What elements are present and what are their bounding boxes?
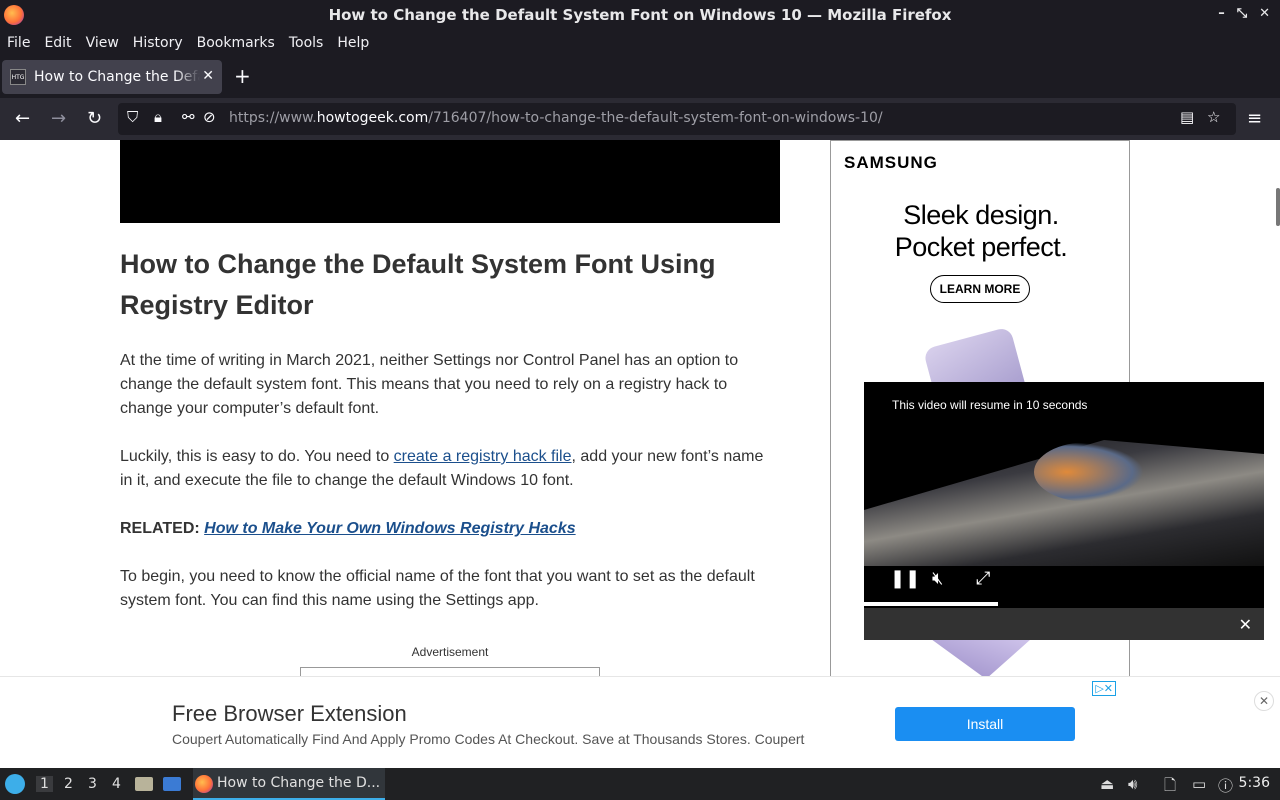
article-heading: How to Change the Default System Font Us… (120, 249, 716, 320)
url-bar[interactable]: ⛉ 🔒︎ ⚯ ⊘ https://www.howtogeek.com/71640… (118, 103, 1236, 135)
taskbar-firefox-icon (195, 775, 213, 793)
bottom-ad-banner: ▷✕ Free Browser Extension Coupert Automa… (0, 676, 1280, 768)
workspace-1[interactable]: 1 (36, 776, 53, 792)
workspace-3[interactable]: 3 (88, 776, 97, 792)
page-scrollbar-thumb[interactable] (1276, 188, 1280, 226)
related-line: RELATED: How to Make Your Own Windows Re… (120, 517, 780, 541)
howtogeek-favicon-icon: HTG (10, 69, 26, 85)
video-close-icon[interactable]: ✕ (1239, 615, 1252, 634)
install-button[interactable]: Install (895, 707, 1075, 741)
adchoices-icon[interactable]: ▷✕ (1092, 681, 1116, 696)
tab-active[interactable]: HTG How to Change the Default System Fon… (2, 60, 222, 94)
window-title: How to Change the Default System Font on… (328, 6, 952, 24)
phone-image-bottom (931, 639, 1031, 679)
url-path: /716407/how-to-change-the-default-system… (428, 110, 883, 126)
new-tab-plus-icon[interactable]: + (234, 64, 251, 88)
tracking-blocked-icon[interactable]: ⊘ (203, 108, 216, 126)
page-content: How to Change the Default System Font Us… (0, 140, 1280, 768)
maximize-button[interactable]: ⤡ (1237, 6, 1247, 21)
related-label: RELATED: (120, 520, 205, 537)
lock-icon[interactable]: 🔒︎ (154, 108, 162, 126)
menu-view[interactable]: View (86, 35, 119, 51)
menu-help[interactable]: Help (337, 35, 369, 51)
pause-icon[interactable]: ❚❚ (890, 568, 920, 589)
ad-headline-line-2: Pocket perfect. (894, 232, 1068, 262)
bookmark-star-icon[interactable]: ☆ (1207, 108, 1220, 126)
back-arrow-icon[interactable]: ← (15, 108, 30, 129)
ad-headline: Sleek design. Pocket perfect. (831, 199, 1131, 263)
tab-strip: HTG How to Change the Default System Fon… (0, 56, 1280, 98)
registry-hack-file-link[interactable]: create a registry hack file (394, 448, 572, 465)
bottom-ad-content[interactable]: ▷✕ Free Browser Extension Coupert Automa… (156, 677, 1124, 768)
video-resume-message: This video will resume in 10 seconds (892, 398, 1088, 412)
hamburger-menu-icon[interactable]: ≡ (1247, 108, 1262, 129)
mute-icon[interactable]: 🔇︎ (932, 568, 943, 589)
menu-history[interactable]: History (133, 35, 183, 51)
shield-icon[interactable]: ⛉ (127, 108, 138, 126)
window-titlebar: How to Change the Default System Font on… (0, 0, 1280, 30)
url-domain: howtogeek.com (316, 110, 429, 126)
menu-bookmarks[interactable]: Bookmarks (197, 35, 275, 51)
bottom-ad-title: Free Browser Extension (172, 701, 407, 726)
taskbar-task-title: How to Change the D... (217, 775, 381, 791)
menu-bar: File Edit View History Bookmarks Tools H… (0, 30, 1280, 56)
url-prefix: https://www. (229, 110, 317, 126)
close-window-button[interactable]: ✕ (1259, 6, 1270, 21)
fullscreen-icon[interactable]: ⤢ (976, 568, 990, 589)
learn-more-button[interactable]: LEARN MORE (930, 275, 1030, 303)
permissions-icon[interactable]: ⚯ (182, 108, 195, 126)
firefox-logo-icon (4, 5, 24, 25)
desktop-icon[interactable] (163, 777, 181, 791)
article-paragraph-2: Luckily, this is easy to do. You need to… (120, 445, 780, 493)
start-menu-icon[interactable] (5, 774, 25, 794)
samsung-logo: SAMSUNG (844, 153, 938, 172)
article-paragraph-1: At the time of writing in March 2021, ne… (120, 352, 739, 417)
window-controls: – ⤡ ✕ (1218, 6, 1270, 21)
navigation-toolbar: ← → ↻ ⛉ 🔒︎ ⚯ ⊘ https://www.howtogeek.com… (0, 98, 1280, 140)
menu-edit[interactable]: Edit (44, 35, 71, 51)
workspace-2[interactable]: 2 (64, 776, 73, 792)
minimize-button[interactable]: – (1218, 6, 1225, 21)
url-text[interactable]: https://www.howtogeek.com/716407/how-to-… (229, 110, 883, 126)
tray-files-icon[interactable]: 🗋 (1164, 775, 1176, 800)
video-footer-bar (864, 608, 1264, 640)
bottom-ad-description: Coupert Automatically Find And Apply Pro… (172, 731, 805, 747)
forward-arrow-icon[interactable]: → (51, 108, 66, 129)
tray-volume-icon[interactable]: 🔊︎ (1128, 775, 1137, 793)
tray-clipboard-icon[interactable]: ⏏ (1100, 775, 1114, 793)
taskbar-firefox-task[interactable]: How to Change the D... (193, 768, 385, 800)
system-taskbar: 1 2 3 4 How to Change the D... ⏏ 🔊︎ 🗋 ▭ … (0, 768, 1280, 800)
file-manager-icon[interactable] (135, 777, 153, 791)
taskbar-clock: 5:36 (1238, 775, 1270, 791)
video-frame-highlight (1034, 442, 1144, 502)
floating-video-player[interactable]: This video will resume in 10 seconds ❚❚ … (864, 382, 1264, 640)
bottom-ad-close-icon[interactable]: ✕ (1254, 691, 1274, 711)
tab-close-icon[interactable]: ✕ (202, 68, 214, 84)
tab-title: How to Change the Default System Font on… (34, 69, 200, 85)
p2-text-before: Luckily, this is easy to do. You need to (120, 448, 394, 465)
related-link[interactable]: How to Make Your Own Windows Registry Ha… (204, 520, 575, 537)
menu-file[interactable]: File (7, 35, 30, 51)
workspace-4[interactable]: 4 (112, 776, 121, 792)
tray-notification-icon[interactable]: ⓘ (1218, 775, 1233, 796)
article-video-player[interactable] (120, 140, 780, 223)
advertisement-label: Advertisement (411, 645, 489, 659)
reload-icon[interactable]: ↻ (87, 108, 102, 129)
tray-network-icon[interactable]: ▭ (1192, 775, 1206, 793)
ad-headline-line-1: Sleek design. (903, 200, 1059, 230)
video-progress-bar[interactable] (864, 602, 998, 606)
reader-view-icon[interactable]: ▤ (1180, 108, 1194, 126)
menu-tools[interactable]: Tools (289, 35, 324, 51)
article-paragraph-3: To begin, you need to know the official … (120, 568, 755, 609)
